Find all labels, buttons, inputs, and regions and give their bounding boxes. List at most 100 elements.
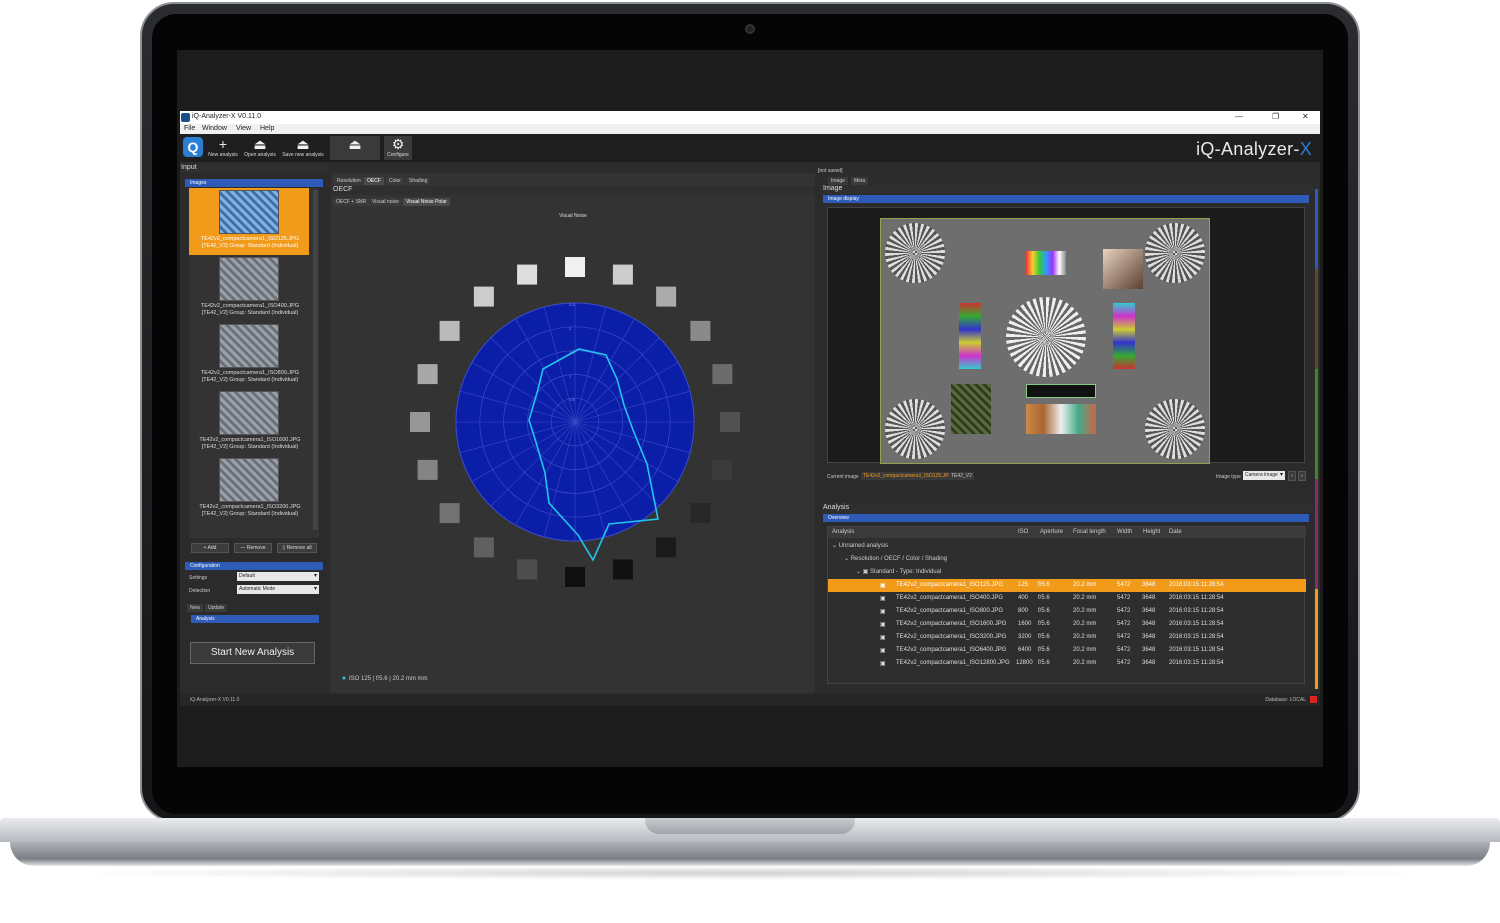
siemens-star — [885, 399, 945, 459]
gray-patch — [712, 459, 733, 480]
subtab-visual-noise-polar[interactable]: Visual Noise Polar — [403, 198, 450, 206]
row-icon: ▣ — [880, 583, 886, 589]
warning-icon — [1310, 696, 1317, 703]
detection-select[interactable]: Automatic Mode — [237, 585, 319, 594]
gray-patch — [565, 257, 585, 277]
thumbnail-list[interactable]: TE42v2_compactcamera1_ISO125.JPG [TE42_V2… — [189, 188, 319, 538]
subtab-oecf-snr[interactable]: OECF + SNR — [333, 198, 370, 206]
tree-node-modules[interactable]: ⌄ Resolution / OECF / Color / Shading — [844, 555, 947, 562]
minimize-button[interactable]: — — [1235, 112, 1243, 121]
gray-patch — [473, 286, 494, 307]
table-row[interactable]: ▣ TE42v2_compactcamera1_ISO3200.JPG 3200 f… — [828, 631, 1306, 644]
tree-node-group[interactable]: ⌄ ▣ Standard - Type: Individual — [856, 568, 941, 575]
image-panel-header: Image — [821, 185, 1313, 194]
col-iso[interactable]: ISO — [1018, 529, 1028, 535]
menu-help[interactable]: Help — [260, 125, 274, 132]
image-panel-title: Image — [823, 185, 843, 192]
siemens-star — [1006, 297, 1086, 377]
tab-resolution[interactable]: Resolution — [334, 177, 364, 185]
configure-label: Configure — [387, 152, 409, 158]
side-stripe-orange — [1315, 589, 1318, 689]
table-row[interactable]: ▣ TE42v2_compactcamera1_ISO800.JPG 800 f/5… — [828, 605, 1306, 618]
tab-oecf[interactable]: OECF — [364, 177, 384, 185]
legend-marker — [342, 676, 346, 680]
maximize-button[interactable]: ❐ — [1272, 112, 1279, 121]
menu-view[interactable]: View — [236, 125, 251, 132]
side-stripe-magenta — [1315, 479, 1318, 589]
menu-file[interactable]: File — [184, 125, 195, 132]
laptop-shadow — [60, 866, 1440, 880]
legend-text: ISO 125 | f/5.6 | 20.2 mm mm — [349, 676, 427, 682]
thumbnail-item[interactable]: TE42v2_compactcamera1_ISO800.JPG [TE42_V2… — [189, 322, 309, 389]
prev-image-button[interactable]: ‹ — [1288, 471, 1296, 481]
current-image-label: Current image — [827, 474, 859, 480]
table-header — [828, 527, 1306, 538]
tab-new[interactable]: New — [187, 604, 204, 612]
menu-bar: File Window View Help — [180, 124, 1320, 134]
status-version: iQ-Analyzer-X V0.11.0 — [190, 697, 240, 703]
tab-update[interactable]: Update — [205, 604, 228, 612]
webcam — [745, 24, 755, 34]
open-analysis-button[interactable]: ⏏ Open analysis — [242, 136, 278, 160]
gray-patch — [517, 264, 538, 285]
plot-title: Visual Noise — [559, 213, 587, 219]
thumbnail-item[interactable]: TE42v2_compactcamera1_ISO1600.JPG [TE42_V… — [189, 389, 309, 456]
gray-patch — [517, 559, 538, 580]
gray-patch — [690, 503, 711, 524]
image-viewer[interactable] — [827, 207, 1305, 464]
gray-patch — [720, 412, 740, 432]
remove-all-button[interactable]: ▯ Remove all — [277, 543, 317, 553]
title-bar: iQ-Analyzer-X V0.11.0 — ❐ ✕ — [180, 111, 1320, 124]
tab-shading[interactable]: Shading — [406, 177, 431, 185]
status-bar: iQ-Analyzer-X V0.11.0 Database: LOCAL — [180, 694, 1320, 706]
col-aperture[interactable]: Aperture — [1040, 529, 1063, 535]
next-image-button[interactable]: › — [1298, 471, 1306, 481]
table-row[interactable]: ▣ TE42v2_compactcamera1_ISO1600.JPG 1600 f… — [828, 618, 1306, 631]
open-drive-icon: ⏏ — [253, 136, 267, 152]
thumbnail-item[interactable]: TE42v2_compactcamera1_ISO3200.JPG [TE42_V… — [189, 456, 309, 523]
col-analysis[interactable]: Analysis — [832, 529, 854, 535]
polar-plot: Visual Noise 2.521.510.5 ISO 125 | f/5.6… — [342, 213, 740, 682]
table-row[interactable]: ▣ TE42v2_compactcamera1_ISO12800.JPG 1280… — [828, 657, 1306, 670]
row-icon: ▣ — [880, 661, 886, 667]
test-chart-image — [880, 218, 1210, 464]
col-focal-length[interactable]: Focal length — [1073, 529, 1106, 535]
table-row[interactable]: ▣ TE42v2_compactcamera1_ISO400.JPG 400 f/5… — [828, 592, 1306, 605]
gray-patch — [656, 286, 677, 307]
tree-node-analysis[interactable]: ⌄ Unnamed analysis — [832, 542, 888, 549]
settings-select[interactable]: Default — [237, 572, 319, 581]
thumbnail-scrollbar[interactable] — [313, 190, 318, 530]
gray-patch — [439, 320, 460, 341]
configure-button[interactable]: ⚙ Configure — [384, 136, 412, 160]
table-row[interactable]: ▣ TE42v2_compactcamera1_ISO6400.JPG 6400 f… — [828, 644, 1306, 657]
thumbnail-item[interactable]: TE42v2_compactcamera1_ISO125.JPG [TE42_V2… — [189, 188, 309, 255]
close-button[interactable]: ✕ — [1302, 112, 1309, 121]
gray-patch — [417, 364, 438, 385]
image-type-select[interactable]: Camera image — [1243, 471, 1285, 480]
row-icon: ▣ — [880, 648, 886, 654]
screen: iQ-Analyzer-X V0.11.0 — ❐ ✕ File Window … — [177, 50, 1323, 767]
dead-leaves-strip — [1026, 384, 1096, 398]
col-width[interactable]: Width — [1117, 529, 1132, 535]
new-analysis-label: New analysis — [208, 152, 238, 158]
thumbnail-item[interactable]: TE42v2_compactcamera1_ISO400.JPG [TE42_V2… — [189, 255, 309, 322]
tab-meta[interactable]: Meta — [851, 177, 869, 185]
remove-button[interactable]: — Remove — [234, 543, 272, 553]
add-button[interactable]: + Add — [191, 543, 229, 553]
app-window: iQ-Analyzer-X V0.11.0 — ❐ ✕ File Window … — [180, 111, 1320, 706]
save-analysis-button[interactable]: ⏏ Save new analysis — [281, 136, 325, 160]
col-height[interactable]: Height — [1143, 529, 1160, 535]
subtab-visual-noise[interactable]: Visual noise — [369, 198, 402, 206]
col-date[interactable]: Date — [1169, 529, 1182, 535]
laptop-notch — [645, 818, 855, 834]
start-new-analysis-button[interactable]: Start New Analysis — [190, 642, 315, 664]
siemens-star — [1145, 223, 1205, 283]
input-title: Input — [181, 164, 197, 171]
menu-window[interactable]: Window — [202, 125, 227, 132]
table-row[interactable]: ▣ TE42v2_compactcamera1_ISO125.JPG 125 f/5… — [828, 579, 1306, 592]
new-analysis-button[interactable]: + New analysis — [207, 136, 239, 160]
gray-patch — [656, 537, 677, 558]
input-panel-header: Input — [181, 164, 327, 173]
tab-color[interactable]: Color — [386, 177, 404, 185]
tab-image[interactable]: Image — [828, 177, 848, 185]
